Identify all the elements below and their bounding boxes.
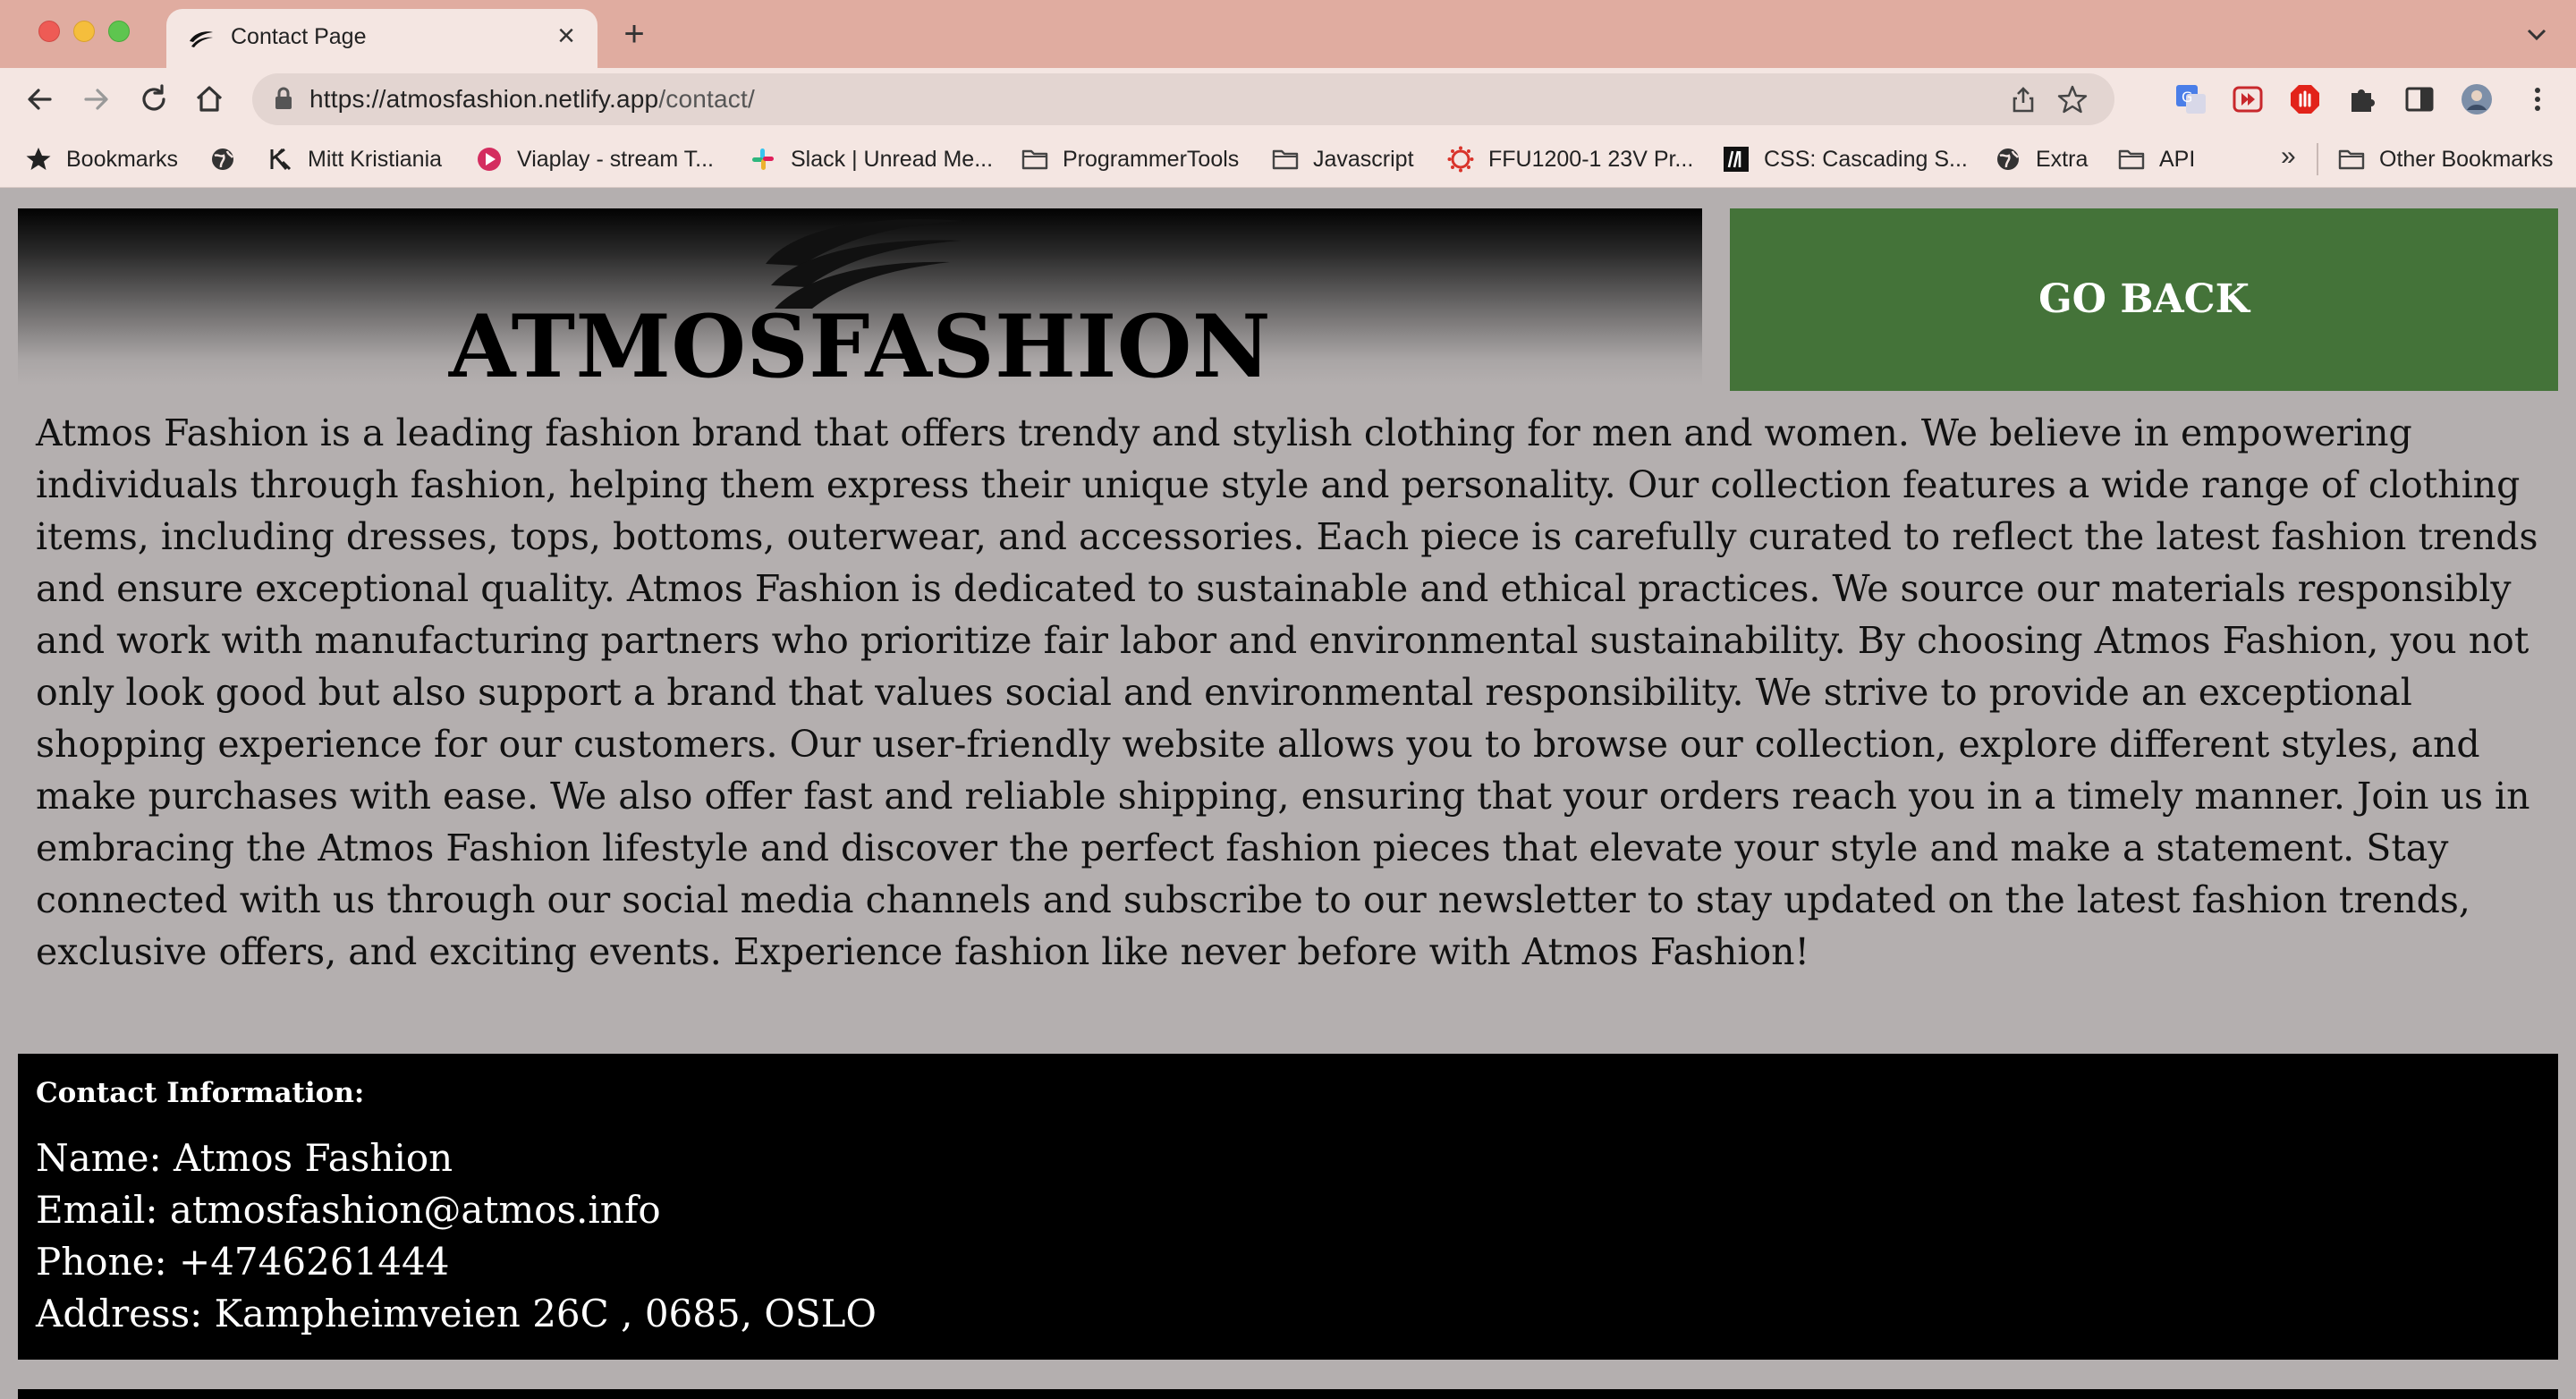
window-close-button[interactable] <box>38 21 60 42</box>
bookmark-bookmarks[interactable]: Bookmarks <box>25 143 178 175</box>
folder-icon <box>2338 149 2365 170</box>
bookmark-mitt-kristiania[interactable]: Mitt Kristiania <box>267 143 442 175</box>
bookmark-label: API <box>2159 146 2196 172</box>
bookmark-viaplay[interactable]: Viaplay - stream T... <box>476 143 714 175</box>
bookmark-star-icon[interactable] <box>2057 84 2088 114</box>
browser-menu-icon[interactable] <box>2521 82 2555 116</box>
bookmarks-overflow-button[interactable]: » <box>2281 141 2296 172</box>
folder-icon <box>1272 149 1299 170</box>
address-bar[interactable]: https://atmosfashion.netlify.app/contact… <box>252 73 2114 125</box>
window-minimize-button[interactable] <box>73 21 95 42</box>
tab-title: Contact Page <box>231 24 367 49</box>
bookmark-label: Slack | Unread Me... <box>791 146 994 172</box>
browser-tab[interactable]: Contact Page × <box>166 9 597 68</box>
bookmark-label: Javascript <box>1313 146 1414 172</box>
extensions-puzzle-icon[interactable] <box>2345 82 2379 116</box>
contact-phone: Phone: +4746261444 <box>36 1240 450 1284</box>
bookmark-globe[interactable] <box>209 143 236 175</box>
contact-heading: Contact Information: <box>36 1077 365 1109</box>
bookmark-label: CSS: Cascading S... <box>1764 146 1968 172</box>
url-path: /contact/ <box>658 85 755 113</box>
chevron-down-icon[interactable] <box>2524 22 2549 47</box>
kristiania-icon <box>270 148 292 171</box>
bookmark-folder-javascript[interactable]: Javascript <box>1272 143 1414 175</box>
contact-name: Name: Atmos Fashion <box>36 1136 453 1180</box>
footer-bar <box>18 1389 2558 1399</box>
bookmark-label: Other Bookmarks <box>2379 146 2554 172</box>
bookmark-slack[interactable]: Slack | Unread Me... <box>750 143 993 175</box>
svg-text:G: G <box>2182 89 2192 106</box>
bookmark-label: Extra <box>2036 146 2089 172</box>
mdn-icon <box>1724 147 1749 172</box>
contact-section: Contact Information: Name: Atmos Fashion… <box>18 1054 2558 1360</box>
bookmark-folder-programmertools[interactable]: ProgrammerTools <box>1021 143 1239 175</box>
bookmark-extra[interactable]: Extra <box>1995 143 2088 175</box>
canvas-icon <box>1447 146 1474 173</box>
lock-icon <box>275 87 292 109</box>
bookmarks-bar: Bookmarks Mitt Kristiania Viaplay - stre… <box>0 131 2576 188</box>
new-tab-button[interactable]: + <box>617 16 651 52</box>
star-icon <box>26 148 51 170</box>
window-maximize-button[interactable] <box>108 21 130 42</box>
video-speed-extension-icon[interactable] <box>2231 82 2265 116</box>
slack-icon <box>752 148 774 170</box>
profile-avatar-icon[interactable] <box>2460 82 2494 116</box>
adblock-icon[interactable] <box>2288 82 2322 116</box>
bookmarks-divider <box>2317 143 2318 175</box>
tab-close-icon[interactable]: × <box>551 21 581 51</box>
about-text: Atmos Fashion is a leading fashion brand… <box>36 411 2538 973</box>
side-panel-icon[interactable] <box>2402 82 2436 116</box>
folder-icon <box>1021 149 1048 170</box>
bookmark-label: FFU1200-1 23V Pr... <box>1488 146 1694 172</box>
contact-email: Email: atmosfashion@atmos.info <box>36 1188 661 1232</box>
bookmark-label: ProgrammerTools <box>1063 146 1240 172</box>
bookmark-ffu1200[interactable]: FFU1200-1 23V Pr... <box>1447 143 1693 175</box>
page-viewport: ATMOSFASHION GO BACK Atmos Fashion is a … <box>0 189 2576 1399</box>
share-icon[interactable] <box>2009 85 2038 114</box>
bookmark-label: Bookmarks <box>66 146 179 172</box>
viaplay-icon <box>478 148 501 171</box>
brand-title: ATMOSFASHION <box>448 296 1272 397</box>
url-host: https://atmosfashion.netlify.app <box>309 85 659 113</box>
browser-toolbar: https://atmosfashion.netlify.app/contact… <box>0 68 2576 131</box>
bookmark-other-bookmarks[interactable]: Other Bookmarks <box>2338 143 2554 175</box>
hero-banner: ATMOSFASHION <box>18 208 1702 397</box>
bookmark-css-mdn[interactable]: CSS: Cascading S... <box>1723 143 1968 175</box>
browser-titlebar: Contact Page × + <box>0 0 2576 68</box>
globe-icon <box>1997 148 2020 170</box>
google-translate-icon[interactable]: G <box>2174 82 2207 116</box>
globe-icon <box>212 148 234 170</box>
forward-arrow-icon[interactable] <box>79 81 114 117</box>
folder-icon <box>2118 149 2145 170</box>
url-text: https://atmosfashion.netlify.app/contact… <box>309 85 755 114</box>
contact-address: Address: Kampheimveien 26C , 0685, OSLO <box>36 1292 877 1335</box>
bookmark-label: Viaplay - stream T... <box>517 146 714 172</box>
home-icon[interactable] <box>191 81 227 117</box>
bookmark-folder-api[interactable]: API <box>2118 143 2195 175</box>
back-arrow-icon[interactable] <box>21 81 57 117</box>
bookmark-label: Mitt Kristiania <box>308 146 443 172</box>
reload-icon[interactable] <box>136 81 172 117</box>
go-back-button[interactable]: GO BACK <box>1730 208 2558 391</box>
atmos-favicon-icon <box>190 31 213 47</box>
